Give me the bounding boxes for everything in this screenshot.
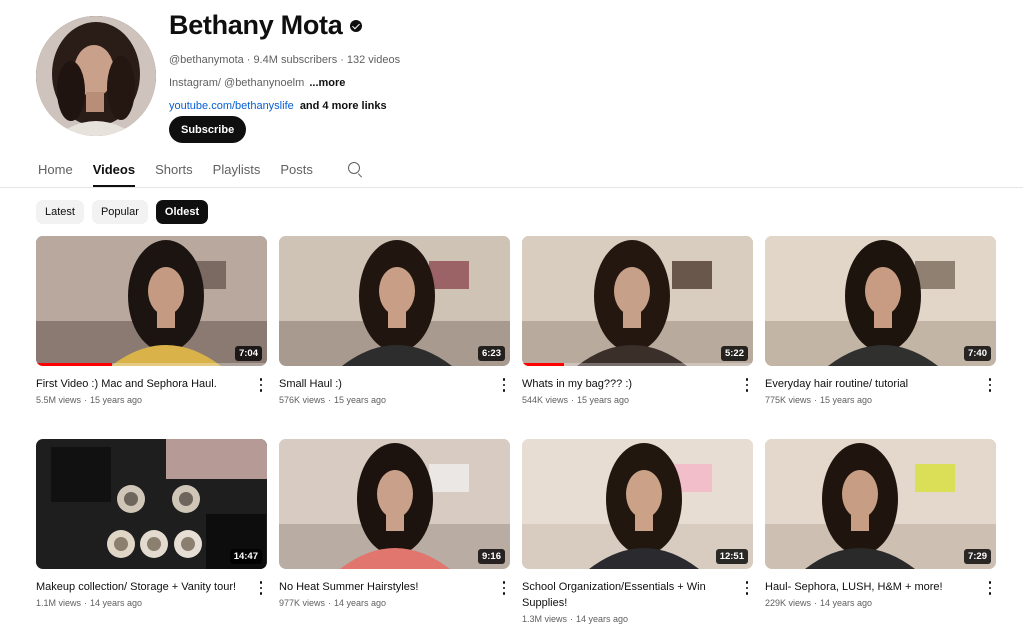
video-stats: 1.3M views · 14 years ago	[522, 614, 629, 624]
video-thumbnail[interactable]: 7:04	[36, 236, 267, 366]
video-count: 132 videos	[346, 54, 401, 66]
video-age: 15 years ago	[334, 395, 387, 405]
search-icon[interactable]	[347, 161, 367, 181]
video-views: 1.1M views	[36, 598, 82, 608]
video-views: 1.3M views	[522, 614, 568, 624]
channel-meta: @bethanymota · 9.4M subscribers · 132 videos	[169, 54, 401, 66]
sort-chips: Latest Popular Oldest	[36, 200, 209, 224]
chip-latest[interactable]: Latest	[36, 200, 84, 224]
video-thumbnail[interactable]: 5:22	[522, 236, 753, 366]
video-title[interactable]: First Video :) Mac and Sephora Haul.	[36, 376, 267, 392]
chip-popular[interactable]: Popular	[91, 200, 148, 224]
channel-name-text: Bethany Mota	[169, 10, 343, 40]
video-title[interactable]: Everyday hair routine/ tutorial	[765, 376, 996, 392]
subscribe-button[interactable]: Subscribe	[169, 116, 247, 143]
channel-tabs: Home Videos Shorts Playlists Posts	[38, 155, 367, 187]
video-views: 229K views	[765, 598, 812, 608]
video-age: 15 years ago	[820, 395, 873, 405]
video-views: 5.5M views	[36, 395, 82, 405]
video-thumbnail[interactable]: 14:47	[36, 439, 267, 569]
video-thumbnail[interactable]: 7:29	[765, 439, 996, 569]
video-duration: 7:40	[963, 346, 991, 361]
video-card[interactable]: 7:40 Everyday hair routine/ tutorial 775K …	[765, 236, 996, 405]
description-text: Instagram/ @bethanynoelm	[169, 77, 305, 89]
video-stats: 775K views · 15 years ago	[765, 395, 873, 405]
watch-progress	[522, 363, 564, 366]
video-title[interactable]: Whats in my bag??? :)	[522, 376, 753, 392]
more-options-icon[interactable]	[744, 377, 750, 393]
subscriber-count: 9.4M subscribers	[253, 54, 338, 66]
video-card[interactable]: 9:16 No Heat Summer Hairstyles! 977K views…	[279, 439, 510, 608]
video-duration: 14:47	[229, 549, 262, 564]
video-views: 576K views	[279, 395, 326, 405]
more-options-icon[interactable]	[744, 580, 750, 596]
video-thumbnail[interactable]: 6:23	[279, 236, 510, 366]
tab-shorts[interactable]: Shorts	[155, 155, 193, 187]
video-thumbnail[interactable]: 9:16	[279, 439, 510, 569]
video-card[interactable]: 12:51 School Organization/Essentials + Wi…	[522, 439, 753, 624]
channel-description[interactable]: Instagram/ @bethanynoelm ...more	[169, 77, 345, 89]
video-age: 14 years ago	[90, 598, 143, 608]
tab-home[interactable]: Home	[38, 155, 73, 187]
video-age: 14 years ago	[334, 598, 387, 608]
video-views: 775K views	[765, 395, 812, 405]
more-options-icon[interactable]	[258, 377, 264, 393]
channel-links: youtube.com/bethanyslife and 4 more link…	[169, 100, 387, 112]
description-more-link[interactable]: ...more	[309, 77, 345, 89]
video-duration: 7:29	[963, 549, 991, 564]
video-views: 977K views	[279, 598, 326, 608]
video-card[interactable]: 6:23 Small Haul :) 576K views · 15 years ago	[279, 236, 510, 405]
video-age: 14 years ago	[820, 598, 873, 608]
video-age: 15 years ago	[90, 395, 143, 405]
video-stats: 1.1M views · 14 years ago	[36, 598, 143, 608]
video-duration: 9:16	[477, 549, 505, 564]
chip-oldest[interactable]: Oldest	[155, 200, 209, 224]
more-options-icon[interactable]	[987, 377, 993, 393]
video-title[interactable]: School Organization/Essentials + Win Sup…	[522, 579, 753, 611]
more-links-button[interactable]: and 4 more links	[300, 100, 387, 112]
more-options-icon[interactable]	[501, 580, 507, 596]
video-stats: 977K views · 14 years ago	[279, 598, 387, 608]
video-card[interactable]: 7:29 Haul- Sephora, LUSH, H&M + more! 229K…	[765, 439, 996, 608]
video-thumbnail[interactable]: 7:40	[765, 236, 996, 366]
video-views: 544K views	[522, 395, 569, 405]
channel-name: Bethany Mota	[169, 10, 363, 41]
channel-handle: @bethanymota	[169, 54, 244, 66]
channel-avatar[interactable]	[36, 16, 156, 136]
tab-playlists[interactable]: Playlists	[213, 155, 261, 187]
video-age: 14 years ago	[576, 614, 629, 624]
more-options-icon[interactable]	[987, 580, 993, 596]
verified-badge-icon	[350, 19, 363, 32]
tabs-divider	[0, 187, 1023, 188]
video-title[interactable]: Small Haul :)	[279, 376, 510, 392]
video-title[interactable]: Haul- Sephora, LUSH, H&M + more!	[765, 579, 996, 595]
video-stats: 544K views · 15 years ago	[522, 395, 630, 405]
tab-posts[interactable]: Posts	[280, 155, 313, 187]
video-thumbnail[interactable]: 12:51	[522, 439, 753, 569]
video-duration: 12:51	[715, 549, 748, 564]
video-duration: 5:22	[720, 346, 748, 361]
video-card[interactable]: 7:04 First Video :) Mac and Sephora Haul.…	[36, 236, 267, 405]
video-title[interactable]: Makeup collection/ Storage + Vanity tour…	[36, 579, 267, 595]
video-card[interactable]: 5:22 Whats in my bag??? :) 544K views · 15 y…	[522, 236, 753, 405]
channel-header: Bethany Mota @bethanymota · 9.4M subscribe…	[36, 8, 996, 148]
video-age: 15 years ago	[577, 395, 630, 405]
video-stats: 5.5M views · 15 years ago	[36, 395, 143, 405]
video-duration: 6:23	[477, 346, 505, 361]
video-stats: 576K views · 15 years ago	[279, 395, 387, 405]
video-duration: 7:04	[234, 346, 262, 361]
watch-progress	[36, 363, 113, 366]
video-title[interactable]: No Heat Summer Hairstyles!	[279, 579, 510, 595]
more-options-icon[interactable]	[258, 580, 264, 596]
video-card[interactable]: 14:47 Makeup collection/ Storage + Vanity…	[36, 439, 267, 608]
tab-videos[interactable]: Videos	[92, 155, 136, 187]
channel-link[interactable]: youtube.com/bethanyslife	[169, 100, 294, 112]
more-options-icon[interactable]	[501, 377, 507, 393]
video-stats: 229K views · 14 years ago	[765, 598, 873, 608]
